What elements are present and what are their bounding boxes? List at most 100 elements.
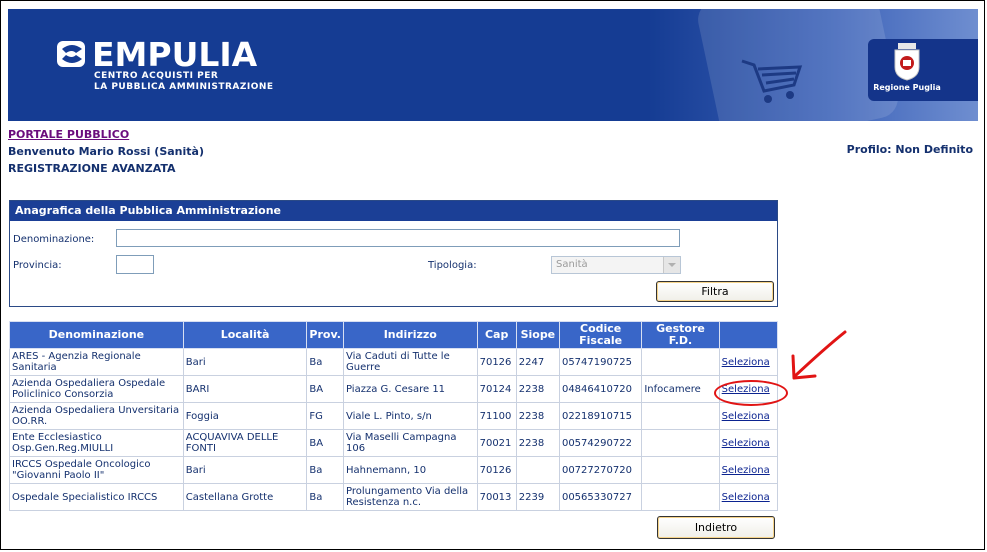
cell-gestore: Infocamere <box>641 375 720 403</box>
region-seal-icon <box>894 43 920 81</box>
cell-indirizzo: Viale L. Pinto, s/n <box>343 402 478 430</box>
cell-gestore <box>641 456 720 484</box>
portal-link[interactable]: PORTALE PUBBLICO <box>8 128 129 141</box>
welcome-text: Benvenuto Mario Rossi (Sanità) <box>8 145 204 158</box>
cell-denominazione: IRCCS Ospedale Oncologico "Giovanni Paol… <box>9 456 184 484</box>
column-header: Gestore F.D. <box>641 321 720 349</box>
column-header: Siope <box>515 321 560 349</box>
cell-localita: Bari <box>182 456 308 484</box>
cell-cap: 70126 <box>476 348 517 376</box>
cell-codice-fiscale: 00727270720 <box>558 456 643 484</box>
cell-codice-fiscale: 05747190725 <box>558 348 643 376</box>
tipologia-select[interactable]: Sanità <box>551 256 681 274</box>
cell-gestore <box>641 483 720 511</box>
table-row: Azienda Ospedaliera Ospedale Policlinico… <box>9 375 779 403</box>
region-logo-box: Regione Puglia <box>868 39 978 101</box>
table-row: Ente Ecclesiastico Osp.Gen.Reg.MIULLI AC… <box>9 429 779 457</box>
cell-action: Seleziona <box>718 402 779 430</box>
table-row: Ospedale Specialistico IRCCS Castellana … <box>9 483 779 511</box>
cell-siope: 2247 <box>515 348 560 376</box>
cell-prov: FG <box>306 402 344 430</box>
cell-action: Seleziona <box>718 348 779 376</box>
cell-prov: BA <box>306 375 344 403</box>
cell-codice-fiscale: 02218910715 <box>558 402 643 430</box>
provincia-label: Provincia: <box>13 260 62 271</box>
cell-localita: Castellana Grotte <box>182 483 308 511</box>
back-button[interactable]: Indietro <box>657 516 775 539</box>
table-row: IRCCS Ospedale Oncologico "Giovanni Paol… <box>9 456 779 484</box>
cell-action: Seleziona <box>718 429 779 457</box>
cell-codice-fiscale: 00574290722 <box>558 429 643 457</box>
cell-gestore <box>641 402 720 430</box>
table-header-row: Denominazione Località Prov. Indirizzo C… <box>9 321 779 349</box>
provincia-input[interactable] <box>116 255 154 274</box>
cell-denominazione: ARES - Agenzia Regionale Sanitaria <box>9 348 184 376</box>
column-header: Denominazione <box>9 321 184 349</box>
denominazione-label: Denominazione: <box>13 234 95 245</box>
seleziona-link[interactable]: Seleziona <box>722 438 770 449</box>
column-header: Prov. <box>306 321 344 349</box>
seleziona-link[interactable]: Seleziona <box>722 411 770 422</box>
cell-indirizzo: Piazza G. Cesare 11 <box>343 375 478 403</box>
cell-localita: Bari <box>182 348 308 376</box>
denominazione-input[interactable] <box>116 229 680 247</box>
cell-action: Seleziona <box>718 483 779 511</box>
cell-siope: 2238 <box>515 429 560 457</box>
table-row: ARES - Agenzia Regionale Sanitaria Bari … <box>9 348 779 376</box>
column-header <box>718 321 779 349</box>
cell-prov: Ba <box>306 456 344 484</box>
cell-prov: BA <box>306 429 344 457</box>
highlight-ellipse <box>714 380 788 406</box>
cell-cap: 70013 <box>476 483 517 511</box>
cell-siope: 2238 <box>515 402 560 430</box>
seleziona-link[interactable]: Seleziona <box>722 492 770 503</box>
cell-denominazione: Ospedale Specialistico IRCCS <box>9 483 184 511</box>
cell-denominazione: Azienda Ospedaliera Ospedale Policlinico… <box>9 375 184 403</box>
filter-button[interactable]: Filtra <box>656 281 774 302</box>
page-subtitle: REGISTRAZIONE AVANZATA <box>8 162 176 175</box>
cell-siope: 2239 <box>515 483 560 511</box>
brand-name: EMPULIA <box>92 35 258 74</box>
cell-gestore <box>641 429 720 457</box>
cell-codice-fiscale: 00565330727 <box>558 483 643 511</box>
column-header: Cap <box>476 321 517 349</box>
column-header: Indirizzo <box>343 321 478 349</box>
cell-siope <box>515 456 560 484</box>
column-header: Località <box>182 321 308 349</box>
filter-panel: Anagrafica della Pubblica Amministrazion… <box>9 200 778 307</box>
cell-indirizzo: Hahnemann, 10 <box>343 456 478 484</box>
tipologia-label: Tipologia: <box>428 260 477 271</box>
tipologia-selected-value: Sanità <box>556 259 588 270</box>
chevron-down-icon <box>663 257 680 273</box>
brand-subtitle-line1: CENTRO ACQUISTI PER <box>94 71 219 81</box>
cell-cap: 70124 <box>476 375 517 403</box>
header-banner: EMPULIA CENTRO ACQUISTI PER LA PUBBLICA … <box>8 9 978 121</box>
cell-indirizzo: Prolungamento Via della Resistenza n.c. <box>343 483 478 511</box>
cell-prov: Ba <box>306 348 344 376</box>
cell-indirizzo: Via Maselli Campagna 106 <box>343 429 478 457</box>
cell-prov: Ba <box>306 483 344 511</box>
top-info: PORTALE PUBBLICO Benvenuto Mario Rossi (… <box>8 126 204 177</box>
seleziona-link[interactable]: Seleziona <box>722 465 770 476</box>
pointer-arrow-icon <box>791 330 847 380</box>
cell-denominazione: Azienda Ospedaliera Unversitaria OO.RR. <box>9 402 184 430</box>
cell-localita: BARI <box>182 375 308 403</box>
cell-cap: 70126 <box>476 456 517 484</box>
cell-cap: 70021 <box>476 429 517 457</box>
brand-subtitle-line2: LA PUBBLICA AMMINISTRAZIONE <box>94 82 274 92</box>
filter-panel-title: Anagrafica della Pubblica Amministrazion… <box>10 201 777 221</box>
column-header: Codice Fiscale <box>558 321 643 349</box>
cell-cap: 71100 <box>476 402 517 430</box>
profile-text: Profilo: Non Definito <box>846 143 973 156</box>
shopping-cart-icon <box>741 59 803 103</box>
table-row: Azienda Ospedaliera Unversitaria OO.RR. … <box>9 402 779 430</box>
cell-codice-fiscale: 04846410720 <box>558 375 643 403</box>
results-table: Denominazione Località Prov. Indirizzo C… <box>9 321 779 511</box>
empulia-logo-icon <box>57 41 85 67</box>
seleziona-link[interactable]: Seleziona <box>722 357 770 368</box>
cell-action: Seleziona <box>718 456 779 484</box>
brand-subtitle: CENTRO ACQUISTI PER LA PUBBLICA AMMINIST… <box>94 71 274 93</box>
cell-localita: Foggia <box>182 402 308 430</box>
cell-localita: ACQUAVIVA DELLE FONTI <box>182 429 308 457</box>
region-label: Regione Puglia <box>873 83 941 92</box>
